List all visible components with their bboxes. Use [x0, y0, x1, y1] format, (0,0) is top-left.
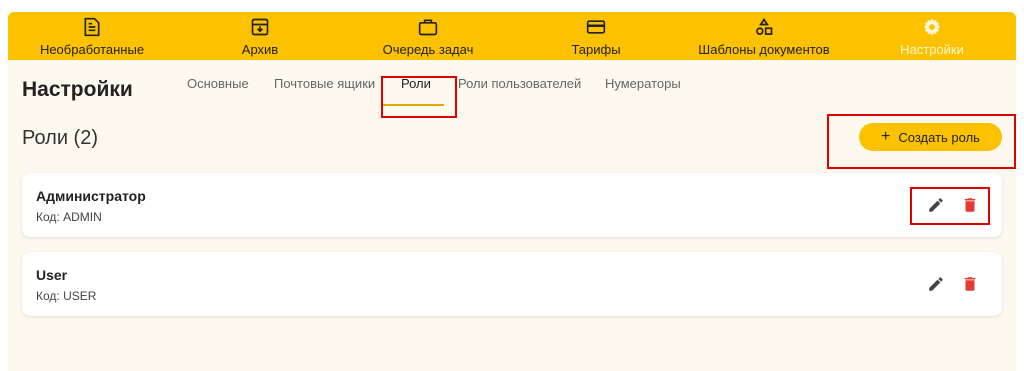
document-icon	[84, 17, 100, 37]
app-root: Необработанные Архив Очередь задач Тариф…	[8, 12, 1016, 371]
role-name: Администратор	[36, 188, 146, 204]
tab-general[interactable]: Основные	[187, 76, 249, 92]
delete-role-button[interactable]	[959, 273, 981, 295]
nav-item-tariffs[interactable]: Тарифы	[512, 12, 680, 60]
trash-icon	[964, 277, 976, 291]
tab-roles[interactable]: Роли	[401, 76, 431, 92]
active-tab-indicator	[382, 104, 444, 106]
shapes-icon	[756, 17, 773, 35]
edit-role-button[interactable]	[925, 273, 947, 295]
nav-label: Очередь задач	[382, 42, 474, 57]
nav-label: Архив	[241, 42, 279, 57]
create-role-button[interactable]: + Создать роль	[859, 123, 1002, 151]
nav-label: Необработанные	[39, 42, 145, 57]
role-card-user: User Код: USER	[22, 252, 1002, 316]
delete-role-button[interactable]	[959, 194, 981, 216]
tab-numerators[interactable]: Нумераторы	[605, 76, 681, 92]
nav-item-archive[interactable]: Архив	[176, 12, 344, 60]
role-name: User	[36, 267, 68, 283]
pencil-icon	[929, 198, 943, 212]
credit-card-icon	[586, 20, 606, 34]
trash-icon	[964, 198, 976, 212]
archive-icon	[251, 18, 269, 36]
briefcase-icon	[418, 19, 438, 36]
page-title: Настройки	[22, 78, 133, 101]
nav-item-unprocessed[interactable]: Необработанные	[8, 12, 176, 60]
nav-item-task-queue[interactable]: Очередь задач	[344, 12, 512, 60]
tab-user-roles[interactable]: Роли пользователей	[458, 76, 581, 92]
edit-role-button[interactable]	[925, 194, 947, 216]
pencil-icon	[929, 277, 943, 291]
nav-label: Настройки	[900, 42, 964, 57]
roles-section-title: Роли (2)	[22, 127, 98, 149]
nav-item-settings[interactable]: Настройки	[848, 12, 1016, 60]
role-code: Код: USER	[36, 289, 97, 303]
top-navigation: Необработанные Архив Очередь задач Тариф…	[8, 12, 1016, 60]
role-code: Код: ADMIN	[36, 210, 102, 224]
role-card-admin: Администратор Код: ADMIN	[22, 173, 1002, 237]
tab-mailboxes[interactable]: Почтовые ящики	[274, 76, 375, 92]
nav-label: Шаблоны документов	[698, 42, 830, 57]
create-role-label: Создать роль	[898, 129, 980, 145]
plus-icon: +	[881, 128, 891, 145]
gear-icon	[923, 18, 941, 36]
nav-label: Тарифы	[571, 42, 621, 57]
nav-item-document-templates[interactable]: Шаблоны документов	[680, 12, 848, 60]
